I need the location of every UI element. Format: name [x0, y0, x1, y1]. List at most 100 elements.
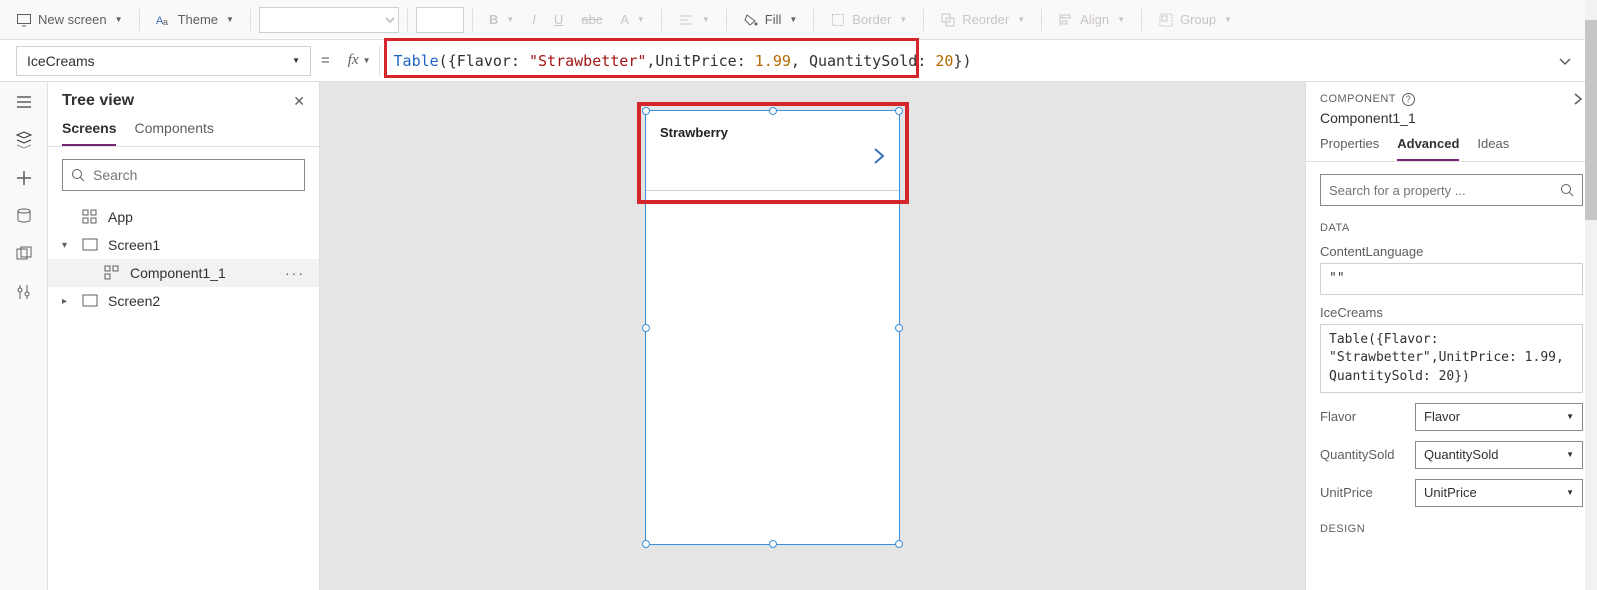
prop-select-flavor[interactable]: Flavor▼	[1415, 403, 1583, 431]
expand-formula-button[interactable]	[1557, 53, 1587, 69]
tab-advanced[interactable]: Advanced	[1397, 136, 1459, 161]
chevron-right-icon[interactable]	[1573, 92, 1583, 106]
screen-icon	[82, 293, 100, 309]
bold-button[interactable]: B▼	[481, 8, 522, 31]
tree-label: Screen1	[108, 237, 160, 253]
underline-button[interactable]: U	[546, 8, 571, 31]
prop-value-contentlanguage[interactable]: ""	[1320, 263, 1583, 295]
tools-icon[interactable]	[14, 282, 34, 302]
screen-icon	[82, 237, 100, 253]
text-align-button[interactable]: ▼	[670, 8, 718, 32]
resize-handle[interactable]	[642, 540, 650, 548]
font-family-select[interactable]	[259, 7, 399, 33]
tree-label: Component1_1	[130, 265, 226, 281]
italic-button[interactable]: I	[524, 8, 544, 31]
font-color-button[interactable]: A▼	[612, 8, 653, 31]
group-button[interactable]: Group▼	[1150, 8, 1240, 32]
property-search[interactable]	[1320, 174, 1583, 206]
prop-select-unitprice[interactable]: UnitPrice▼	[1415, 479, 1583, 507]
border-button[interactable]: Border▼	[822, 8, 915, 32]
insert-icon[interactable]	[14, 168, 34, 188]
align-icon	[678, 12, 694, 28]
section-data: DATA	[1320, 222, 1583, 234]
prop-select-quantitysold[interactable]: QuantitySold▼	[1415, 441, 1583, 469]
property-dropdown[interactable]: IceCreams ▼	[16, 46, 311, 76]
tree-panel: Tree view ✕ Screens Components App ▾ Scr…	[48, 82, 320, 590]
new-screen-label: New screen	[38, 12, 107, 27]
tab-components[interactable]: Components	[134, 120, 213, 146]
component-name: Component1_1	[1306, 106, 1597, 126]
tab-ideas[interactable]: Ideas	[1477, 136, 1509, 161]
resize-handle[interactable]	[895, 540, 903, 548]
prop-label-icecreams: IceCreams	[1320, 305, 1583, 320]
data-icon[interactable]	[14, 206, 34, 226]
resize-handle[interactable]	[895, 324, 903, 332]
panel-type-label: COMPONENT ?	[1320, 93, 1415, 106]
tree-item-component1[interactable]: Component1_1 ···	[48, 259, 319, 287]
reorder-icon	[940, 12, 956, 28]
fill-button[interactable]: Fill▼	[735, 8, 806, 32]
selected-component[interactable]: Strawberry	[645, 110, 900, 545]
chevron-down-icon: ▼	[292, 56, 300, 65]
more-icon[interactable]: ···	[285, 265, 305, 281]
chevron-down-icon: ▼	[226, 15, 234, 24]
font-size-input[interactable]	[416, 7, 464, 33]
tree-item-screen1[interactable]: ▾ Screen1	[48, 231, 319, 259]
property-name: IceCreams	[27, 53, 95, 69]
ribbon: New screen ▼ Aa Theme ▼ B▼ I U abc A▼ ▼ …	[0, 0, 1597, 40]
media-icon[interactable]	[14, 244, 34, 264]
align-objects-icon	[1058, 12, 1074, 28]
prop-label-flavor: Flavor	[1320, 409, 1405, 424]
property-search-input[interactable]	[1329, 183, 1560, 198]
properties-panel: COMPONENT ? Component1_1 Properties Adva…	[1305, 82, 1597, 590]
hamburger-icon[interactable]	[14, 92, 34, 112]
tree-item-screen2[interactable]: ▸ Screen2	[48, 287, 319, 315]
screen-icon	[16, 12, 32, 28]
formula-bar: IceCreams ▼ = fx▼ Table({Flavor: "Strawb…	[0, 40, 1597, 82]
svg-text:a: a	[163, 17, 168, 27]
tree-search[interactable]	[62, 159, 305, 191]
chevron-right-icon[interactable]: ▸	[62, 296, 74, 307]
group-icon	[1158, 12, 1174, 28]
right-panel-body: DATA ContentLanguage "" IceCreams Table(…	[1306, 162, 1597, 590]
canvas[interactable]: Strawberry	[320, 82, 1305, 590]
chevron-down-icon: ▼	[1566, 488, 1574, 497]
main-area: Tree view ✕ Screens Components App ▾ Scr…	[0, 82, 1597, 590]
tree-label: Screen2	[108, 293, 160, 309]
prop-label-unitprice: UnitPrice	[1320, 485, 1405, 500]
info-icon[interactable]: ?	[1402, 93, 1415, 106]
tree-item-app[interactable]: App	[48, 203, 319, 231]
tree-tabs: Screens Components	[48, 110, 319, 147]
chevron-down-icon: ▼	[1566, 412, 1574, 421]
component-icon	[104, 265, 122, 281]
fx-button[interactable]: fx▼	[340, 46, 380, 76]
tab-screens[interactable]: Screens	[62, 120, 116, 146]
theme-button[interactable]: Aa Theme ▼	[148, 8, 242, 32]
close-icon[interactable]: ✕	[293, 93, 305, 110]
theme-icon: Aa	[156, 12, 172, 28]
prop-label-contentlanguage: ContentLanguage	[1320, 244, 1583, 259]
equals-symbol: =	[321, 52, 330, 69]
formula-text: Table({Flavor: "Strawbetter",UnitPrice: …	[380, 52, 972, 70]
prop-label-quantitysold: QuantitySold	[1320, 447, 1405, 462]
scrollbar-thumb[interactable]	[1585, 82, 1597, 220]
align-objects-button[interactable]: Align▼	[1050, 8, 1133, 32]
strike-button[interactable]: abc	[573, 8, 610, 31]
tree-view-icon[interactable]	[14, 130, 34, 150]
new-screen-button[interactable]: New screen ▼	[8, 8, 131, 32]
gallery-row[interactable]: Strawberry	[646, 111, 899, 191]
prop-value-icecreams[interactable]: Table({Flavor: "Strawbetter",UnitPrice: …	[1320, 324, 1583, 393]
formula-input[interactable]: Table({Flavor: "Strawbetter",UnitPrice: …	[380, 46, 1557, 76]
tree-search-input[interactable]	[93, 167, 296, 183]
fill-icon	[743, 12, 759, 28]
tab-properties[interactable]: Properties	[1320, 136, 1379, 161]
reorder-button[interactable]: Reorder▼	[932, 8, 1033, 32]
chevron-down-icon[interactable]: ▾	[62, 240, 74, 251]
chevron-right-icon[interactable]	[873, 147, 885, 165]
search-icon	[71, 168, 85, 182]
resize-handle[interactable]	[642, 324, 650, 332]
tree-title: Tree view	[62, 92, 134, 110]
row-label: Strawberry	[660, 125, 728, 140]
resize-handle[interactable]	[769, 540, 777, 548]
section-design: DESIGN	[1320, 523, 1583, 535]
